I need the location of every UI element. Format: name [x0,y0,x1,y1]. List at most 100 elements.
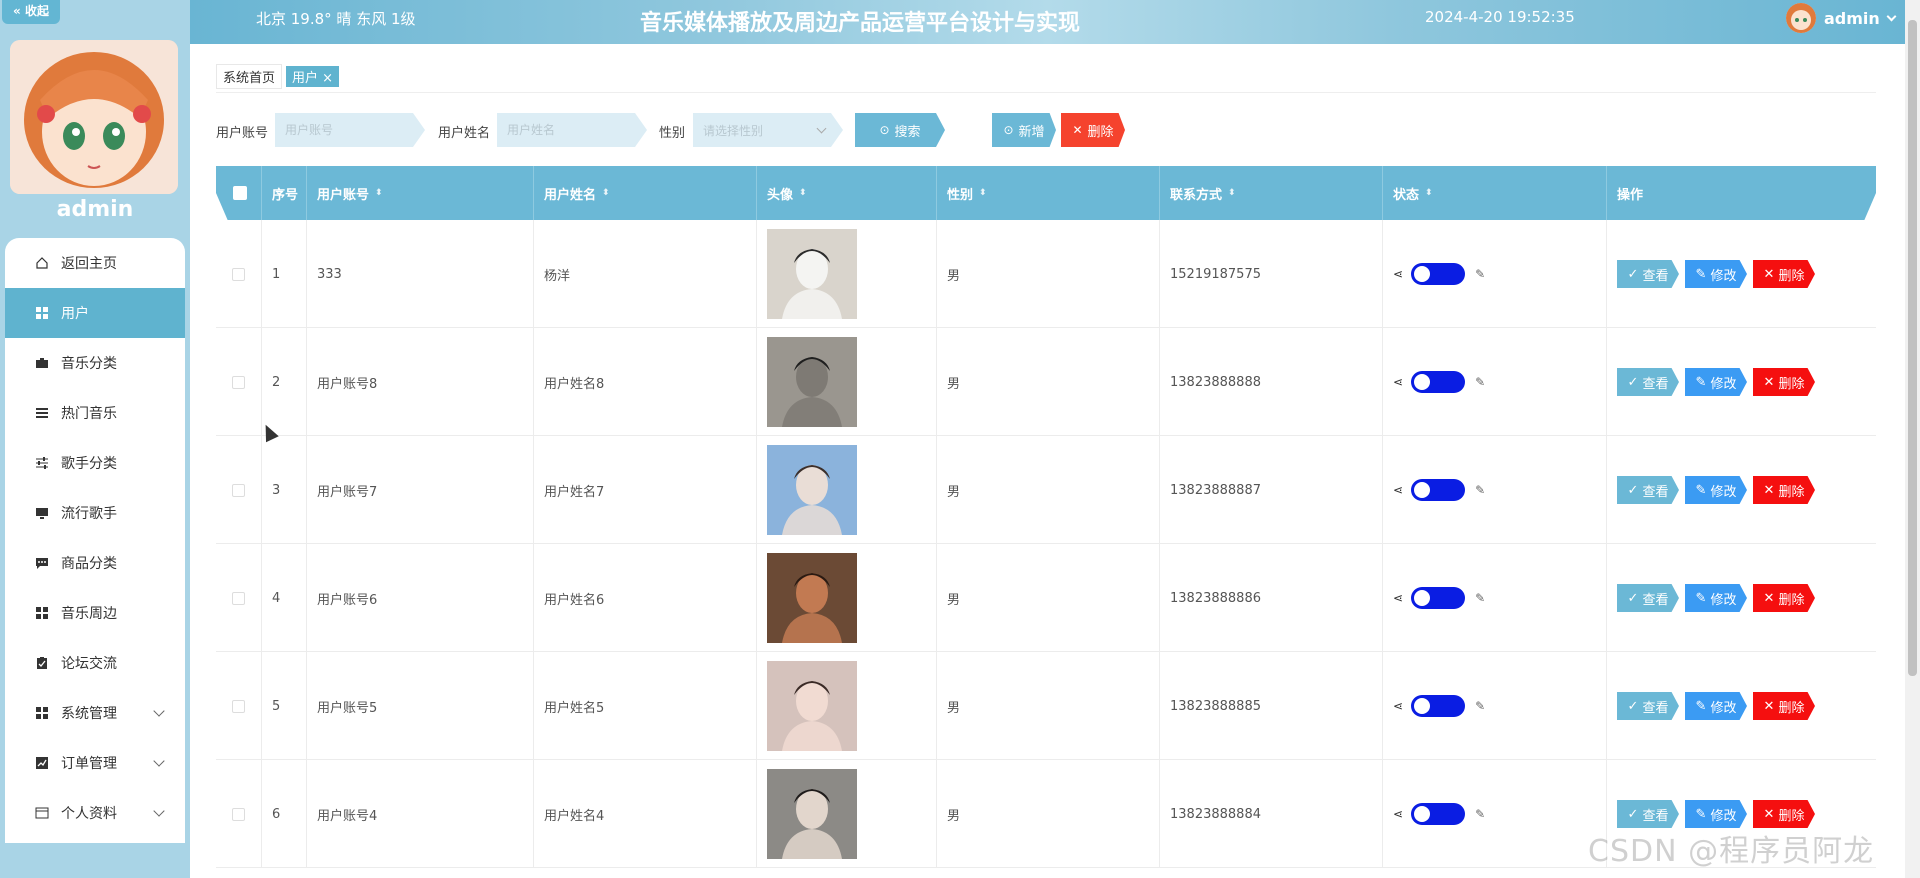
sidebar-item-system-management[interactable]: 系统管理 [5,688,185,738]
row-checkbox[interactable] [232,375,245,389]
cell-name: 杨洋 [534,220,757,328]
select-all-checkbox-cell[interactable] [216,166,262,220]
share-icon[interactable]: ⋖ [1393,699,1403,713]
pencil-icon[interactable]: ✎ [1475,807,1485,821]
view-button[interactable]: ✓ 查看 [1617,692,1679,720]
status-controls: ⋖ ✎ [1393,263,1485,285]
delete-button[interactable]: ✕ 删除 [1753,692,1815,720]
column-header-avatar[interactable]: 头像 ⬍ [757,166,937,220]
sort-icon[interactable]: ⬍ [602,188,610,198]
view-button[interactable]: ✓ 查看 [1617,800,1679,828]
chat-icon [35,556,49,570]
select-all-checkbox[interactable] [232,186,247,200]
view-button[interactable]: ✓ 查看 [1617,584,1679,612]
status-toggle[interactable] [1411,479,1466,501]
gender-select[interactable]: 请选择性别 [693,113,843,147]
column-header-name[interactable]: 用户姓名 ⬍ [534,166,757,220]
view-button[interactable]: ✓ 查看 [1617,260,1679,288]
search-button[interactable]: ⊙ 搜索 [855,113,945,147]
edit-button[interactable]: ✎ 修改 [1685,368,1747,396]
row-checkbox-cell[interactable] [216,544,262,652]
sidebar-item-users[interactable]: 用户 [5,288,185,338]
sort-icon[interactable]: ⬍ [799,188,807,198]
breadcrumb-current-tag[interactable]: 用户 × [286,66,340,87]
sort-icon[interactable]: ⬍ [1425,188,1433,198]
row-checkbox[interactable] [232,483,245,497]
pencil-icon[interactable]: ✎ [1475,375,1485,389]
breadcrumb-home[interactable]: 系统首页 [216,64,283,89]
delete-button[interactable]: ✕ 删除 [1753,476,1815,504]
close-icon[interactable]: × [322,71,333,86]
share-icon[interactable]: ⋖ [1393,267,1403,281]
row-checkbox[interactable] [232,807,245,821]
sort-icon[interactable]: ⬍ [1228,188,1236,198]
edit-button[interactable]: ✎ 修改 [1685,584,1747,612]
close-icon: ✕ [1763,266,1775,282]
delete-button[interactable]: ✕ 删除 [1753,368,1815,396]
status-toggle[interactable] [1411,587,1466,609]
name-search-input[interactable] [497,113,647,147]
column-header-gender[interactable]: 性别 ⬍ [937,166,1160,220]
sidebar-item-popular-singer[interactable]: 流行歌手 [5,488,185,538]
row-checkbox[interactable] [232,699,245,713]
edit-button[interactable]: ✎ 修改 [1685,800,1747,828]
delete-button[interactable]: ✕ 删除 [1753,260,1815,288]
cell-actions: ✓ 查看 ✎ 修改 ✕ 删除 [1607,436,1876,544]
row-checkbox-cell[interactable] [216,652,262,760]
row-checkbox-cell[interactable] [216,436,262,544]
view-button[interactable]: ✓ 查看 [1617,476,1679,504]
monitor-icon [35,506,49,520]
edit-button[interactable]: ✎ 修改 [1685,692,1747,720]
status-toggle[interactable] [1411,263,1466,285]
sidebar-item-music-merch[interactable]: 音乐周边 [5,588,185,638]
account-search-input[interactable] [275,113,425,147]
add-button[interactable]: ⊙ 新增 [992,113,1056,147]
pencil-icon[interactable]: ✎ [1475,483,1485,497]
edit-button[interactable]: ✎ 修改 [1685,476,1747,504]
sidebar-item-product-category[interactable]: 商品分类 [5,538,185,588]
batch-delete-button[interactable]: ✕ 删除 [1061,113,1125,147]
close-icon: ✕ [1072,123,1083,137]
column-header-account[interactable]: 用户账号 ⬍ [307,166,534,220]
scrollbar-thumb[interactable] [1908,20,1917,676]
cell-account: 用户账号8 [307,328,534,436]
sidebar-item-music-category[interactable]: 音乐分类 [5,338,185,388]
chart-icon [35,756,49,770]
collapse-button[interactable]: « 收起 [2,0,60,24]
status-toggle[interactable] [1411,695,1466,717]
delete-button[interactable]: ✕ 删除 [1753,584,1815,612]
scrollbar[interactable] [1905,0,1920,878]
sidebar-item-hot-music[interactable]: 热门音乐 [5,388,185,438]
sidebar-item-singer-category[interactable]: 歌手分类 [5,438,185,488]
share-icon[interactable]: ⋖ [1393,483,1403,497]
cell-gender: 男 [937,544,1160,652]
sidebar-item-home[interactable]: 返回主页 [5,238,185,288]
sidebar-item-profile[interactable]: 个人资料 [5,788,185,838]
share-icon[interactable]: ⋖ [1393,807,1403,821]
status-toggle[interactable] [1411,371,1466,393]
edit-button[interactable]: ✎ 修改 [1685,260,1747,288]
pencil-icon: ✎ [1695,266,1707,282]
row-checkbox-cell[interactable] [216,220,262,328]
view-button[interactable]: ✓ 查看 [1617,368,1679,396]
delete-button[interactable]: ✕ 删除 [1753,800,1815,828]
share-icon[interactable]: ⋖ [1393,591,1403,605]
sort-icon[interactable]: ⬍ [979,188,987,198]
share-icon[interactable]: ⋖ [1393,375,1403,389]
cell-name: 用户姓名6 [534,544,757,652]
pencil-icon[interactable]: ✎ [1475,591,1485,605]
row-checkbox[interactable] [232,591,245,605]
row-checkbox[interactable] [232,267,245,281]
status-toggle[interactable] [1411,803,1466,825]
user-dropdown[interactable]: admin [1786,3,1897,33]
row-checkbox-cell[interactable] [216,328,262,436]
pencil-icon[interactable]: ✎ [1475,699,1485,713]
pencil-icon[interactable]: ✎ [1475,267,1485,281]
row-checkbox-cell[interactable] [216,760,262,868]
column-header-phone[interactable]: 联系方式 ⬍ [1160,166,1383,220]
sidebar-item-order-management[interactable]: 订单管理 [5,738,185,788]
column-header-status[interactable]: 状态 ⬍ [1383,166,1607,220]
sidebar-item-forum[interactable]: 论坛交流 [5,638,185,688]
sort-icon[interactable]: ⬍ [375,188,383,198]
cell-phone: 13823888887 [1160,436,1383,544]
